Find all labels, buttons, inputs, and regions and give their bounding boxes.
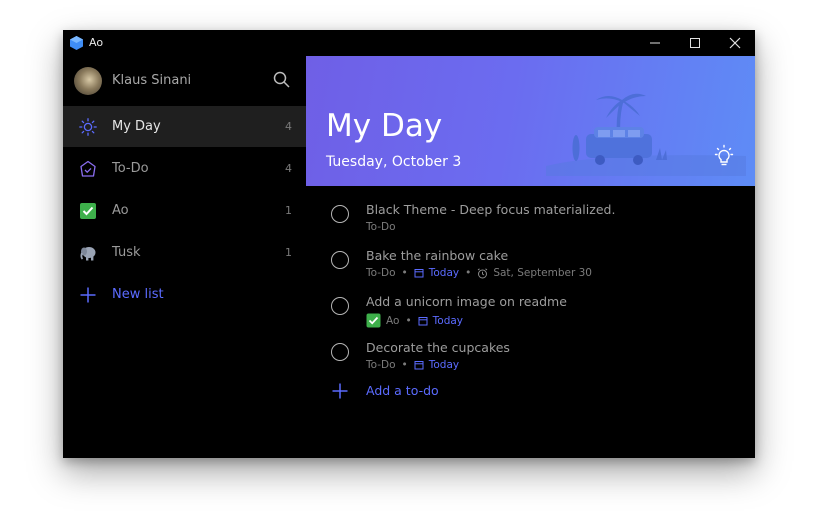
sidebar-item-count: 4 xyxy=(285,162,292,175)
calendar-icon xyxy=(414,361,424,370)
sidebar-item-label: Ao xyxy=(112,203,129,218)
task-meta: Ao • Today xyxy=(366,313,463,328)
minimize-button[interactable] xyxy=(635,30,675,56)
sidebar-item-my-day[interactable]: My Day 4 xyxy=(63,106,306,147)
calendar-icon xyxy=(418,316,428,325)
sidebar-item-label: Tusk xyxy=(112,245,141,260)
sidebar-item-label: My Day xyxy=(112,119,161,134)
task-title: Bake the rainbow cake xyxy=(366,248,509,263)
home-check-icon xyxy=(79,160,97,178)
close-button[interactable] xyxy=(715,30,755,56)
app-logo-icon xyxy=(70,36,83,53)
green-check-icon xyxy=(366,313,381,328)
task-checkbox[interactable] xyxy=(331,251,349,269)
calendar-icon xyxy=(414,269,424,278)
task-list-name: To-Do xyxy=(366,221,396,233)
task-list-name: To-Do xyxy=(366,267,396,279)
task-list-name: Ao xyxy=(386,314,400,327)
task-checkbox[interactable] xyxy=(331,297,349,315)
task-item[interactable]: Add a unicorn image on readme Ao • Today xyxy=(306,284,755,330)
user-name: Klaus Sinani xyxy=(112,73,192,88)
due-today: Today xyxy=(418,315,463,327)
task-checkbox[interactable] xyxy=(331,205,349,223)
task-title: Add a unicorn image on readme xyxy=(366,294,567,309)
due-today: Today xyxy=(414,267,459,279)
green-check-icon xyxy=(79,202,97,220)
add-todo-label: Add a to-do xyxy=(366,383,439,398)
task-item[interactable]: Black Theme - Deep focus materialized. T… xyxy=(306,192,755,238)
my-day-banner: My Day Tuesday, October 3 xyxy=(306,56,755,186)
page-title: My Day xyxy=(326,108,443,144)
plus-icon xyxy=(331,382,349,400)
task-item[interactable]: Decorate the cupcakes To-Do • Today xyxy=(306,330,755,376)
sun-icon xyxy=(79,118,97,136)
task-checkbox[interactable] xyxy=(331,343,349,361)
app-window: Ao Klaus Sinani My Day 4 To-Do 4 Ao 1 Tu… xyxy=(63,30,755,458)
maximize-button[interactable] xyxy=(675,30,715,56)
plus-icon xyxy=(79,286,97,304)
avatar[interactable] xyxy=(74,67,102,95)
task-item[interactable]: Bake the rainbow cake To-Do • Today • Sa… xyxy=(306,238,755,284)
reminder: Sat, September 30 xyxy=(477,267,592,279)
sidebar-item-ao[interactable]: Ao 1 xyxy=(63,190,306,231)
new-list-button[interactable]: New list xyxy=(63,274,306,315)
due-label: Today xyxy=(432,314,464,327)
separator-dot: • xyxy=(401,267,408,279)
title-bar: Ao xyxy=(63,30,755,56)
task-list-name: To-Do xyxy=(366,359,396,371)
elephant-icon xyxy=(79,244,97,262)
separator-dot: • xyxy=(465,267,472,279)
task-meta: To-Do xyxy=(366,221,396,233)
page-date: Tuesday, October 3 xyxy=(326,154,462,170)
task-meta: To-Do • Today • Sat, September 30 xyxy=(366,267,592,279)
sidebar-item-count: 1 xyxy=(285,246,292,259)
add-todo-button[interactable]: Add a to-do xyxy=(306,376,755,406)
due-today: Today xyxy=(414,359,459,371)
window-title: Ao xyxy=(89,36,104,49)
task-meta: To-Do • Today xyxy=(366,359,459,371)
sidebar-item-to-do[interactable]: To-Do 4 xyxy=(63,148,306,189)
due-label: Today xyxy=(428,359,460,371)
new-list-label: New list xyxy=(112,287,164,302)
alarm-clock-icon xyxy=(478,267,488,278)
sidebar-item-count: 1 xyxy=(285,204,292,217)
sidebar-item-count: 4 xyxy=(285,120,292,133)
sidebar-item-tusk[interactable]: Tusk 1 xyxy=(63,232,306,273)
user-row[interactable]: Klaus Sinani xyxy=(63,56,306,106)
due-label: Today xyxy=(428,267,460,279)
main-panel: My Day Tuesday, October 3 Black Theme - … xyxy=(306,56,755,458)
separator-dot: • xyxy=(401,359,408,371)
sidebar: Klaus Sinani My Day 4 To-Do 4 Ao 1 Tusk … xyxy=(63,56,306,458)
search-icon[interactable] xyxy=(272,70,292,90)
reminder-label: Sat, September 30 xyxy=(493,267,592,279)
sidebar-item-label: To-Do xyxy=(112,161,149,176)
task-title: Decorate the cupcakes xyxy=(366,340,510,355)
separator-dot: • xyxy=(405,314,412,327)
task-title: Black Theme - Deep focus materialized. xyxy=(366,202,616,217)
lightbulb-icon[interactable] xyxy=(711,144,737,170)
